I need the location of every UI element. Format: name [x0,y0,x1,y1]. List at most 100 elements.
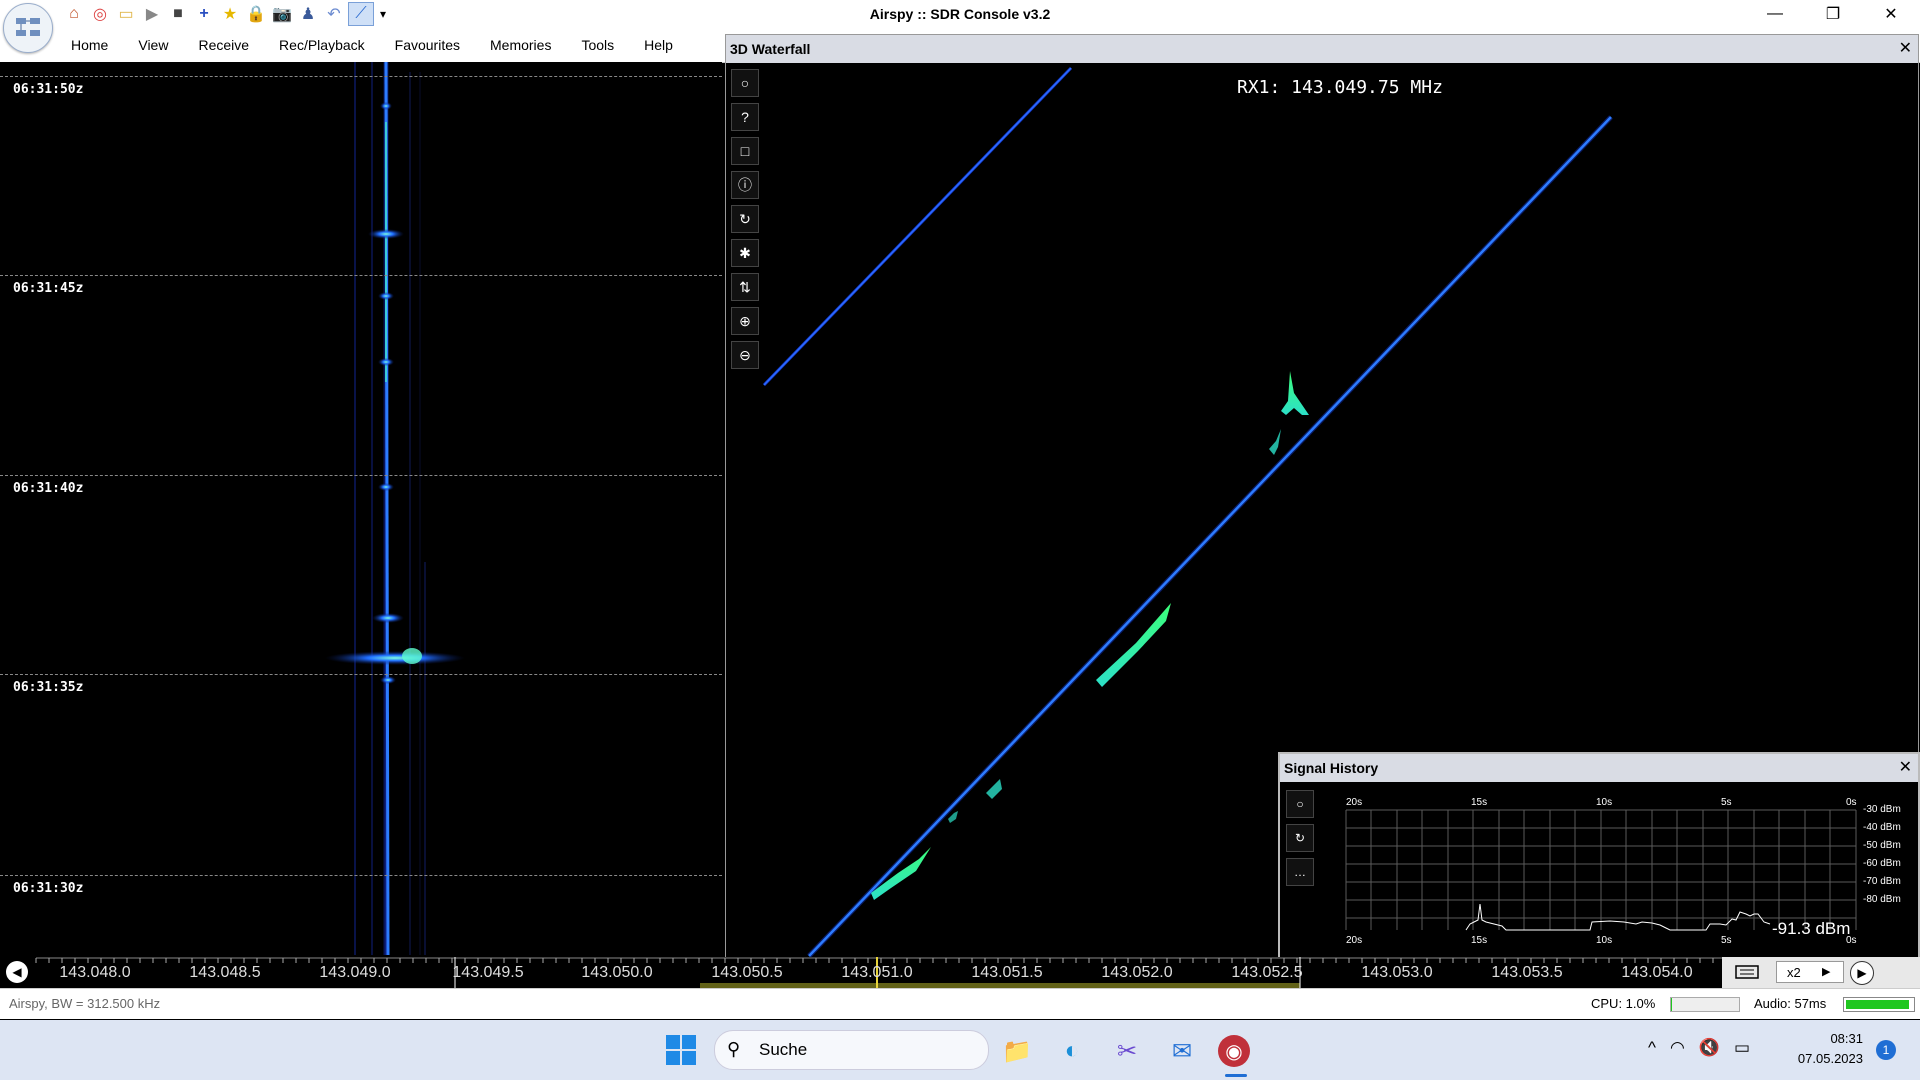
y-axis-label: -70 dBm [1863,876,1901,887]
frequency-label: 143.050.5 [711,964,783,981]
clock-time: 08:31 [1830,1031,1863,1046]
scroll-right-button[interactable]: ▶ [1850,961,1874,985]
frequency-label: 143.054.0 [1621,964,1693,981]
window-title: Airspy :: SDR Console v3.2 [869,6,1051,22]
snipping-tool-icon[interactable]: ✂ [1108,1032,1146,1070]
system-tray: ^ ◠ 🔇 ▭ [1648,1038,1750,1058]
x-axis-label: 10s [1596,797,1613,808]
zoom-in-icon[interactable]: ⊕ [731,307,759,335]
cpu-status: CPU: 1.0% [1591,996,1656,1011]
active-app-indicator [1225,1074,1247,1077]
info-icon[interactable]: ⓘ [731,171,759,199]
frequency-label: 143.049.5 [452,964,524,981]
panel-title: 3D Waterfall [730,41,811,57]
clock-date: 07.05.2023 [1797,1051,1863,1066]
time-gridline [0,875,722,876]
timestamp-label: 06:31:35z [13,680,84,695]
sdr-console-icon[interactable]: ◉ [1218,1035,1250,1067]
speaker-muted-icon[interactable]: 🔇 [1699,1038,1720,1058]
timestamp-label: 06:31:30z [13,881,84,896]
y-axis-label: -30 dBm [1863,804,1901,815]
time-gridline [0,275,722,276]
close-button[interactable]: ✕ [1862,0,1920,28]
menu-favourites[interactable]: Favourites [380,28,475,62]
device-bandwidth-status: Airspy, BW = 312.500 kHz [9,996,161,1011]
x-axis-label: 20s [1346,797,1363,808]
help-icon[interactable]: ? [731,103,759,131]
audio-meter [1843,997,1915,1012]
x-axis-label: 20s [1346,935,1363,946]
chevron-up-icon[interactable]: ^ [1648,1038,1656,1058]
menu-home[interactable]: Home [56,28,123,62]
y-axis-label: -60 dBm [1863,858,1901,869]
menu-help[interactable]: Help [629,28,688,62]
timestamp-label: 06:31:40z [13,481,84,496]
x-axis-label: 0s [1846,797,1857,808]
timestamp-label: 06:31:45z [13,281,84,296]
3d-waterfall-header: 3D Waterfall ✕ [726,35,1918,63]
wifi-icon[interactable]: ◠ [1670,1038,1685,1058]
circle-icon[interactable]: ○ [731,69,759,97]
zoom-arrow-icon[interactable]: ▶ [1822,961,1830,983]
edge-icon[interactable]: ◐ [1053,1032,1091,1070]
audio-status: Audio: 57ms [1754,996,1827,1011]
x-axis-label: 10s [1596,935,1613,946]
notification-badge[interactable]: 1 [1876,1040,1896,1060]
time-gridline [0,674,722,675]
time-gridline [0,76,722,77]
signal-level-readout: -91.3 dBm [1772,919,1851,938]
waterfall-display[interactable]: 06:31:50z 06:31:45z 06:31:40z 06:31:35z … [0,62,722,955]
search-icon: ⚲ [727,1039,741,1059]
cpu-meter [1670,997,1740,1012]
square-icon[interactable]: □ [731,137,759,165]
time-gridline [0,475,722,476]
menu-memories[interactable]: Memories [475,28,566,62]
search-placeholder: Suche [759,1040,808,1059]
asterisk-icon[interactable]: ✱ [731,239,759,267]
rotate-icon[interactable]: ↻ [731,205,759,233]
search-box[interactable]: ⚲ Suche [714,1030,989,1070]
start-button[interactable] [666,1035,696,1065]
menu-tools[interactable]: Tools [566,28,629,62]
close-panel-button[interactable]: ✕ [1899,35,1912,63]
rx-frequency-label: RX1: 143.049.75 MHz [1237,77,1443,98]
frequency-label: 143.049.0 [319,964,391,981]
title-bar: ⌂ ◎ ▭ ▶ ■ + ★ 🔒 📷 ♟ ↶ ⟋ ▾ Airspy :: SDR … [0,0,1920,53]
app-logo-icon [16,18,40,36]
menu-receive[interactable]: Receive [183,28,264,62]
battery-icon[interactable]: ▭ [1734,1038,1750,1058]
zoom-select[interactable]: x2 [1776,961,1844,983]
keyboard-icon[interactable] [1734,962,1760,982]
menu-view[interactable]: View [123,28,183,62]
x-axis-label: 15s [1471,797,1488,808]
y-axis-label: -80 dBm [1863,894,1901,905]
taskbar: ⚲ Suche 📁 ◐ ✂ ✉ ◉ ^ ◠ 🔇 ▭ 08:31 07.05.20… [0,1020,1920,1080]
y-axis-label: -40 dBm [1863,822,1901,833]
frequency-label: 143.053.5 [1491,964,1563,981]
x-axis-label: 15s [1471,935,1488,946]
frequency-scale[interactable]: ◀ 143.048.0 143.048.5 143.049.0 143.049.… [0,957,1920,988]
window-controls: — ❐ ✕ [1746,0,1920,28]
signal-history-panel: Signal History ✕ ○ ↻ … 20s 15s 10s 5s 0s… [1278,752,1920,961]
frequency-label: 143.051.5 [971,964,1043,981]
x-axis-label: 5s [1721,935,1732,946]
frequency-label: 143.052.0 [1101,964,1173,981]
clock[interactable]: 08:31 07.05.2023 [1783,1029,1863,1069]
frequency-label: 143.052.5 [1231,964,1303,981]
frequency-label: 143.048.5 [189,964,261,981]
restore-button[interactable]: ❐ [1804,0,1862,28]
menu-rec-playback[interactable]: Rec/Playback [264,28,380,62]
y-axis-label: -50 dBm [1863,840,1901,851]
file-explorer-icon[interactable]: 📁 [998,1032,1036,1070]
frequency-label: 143.050.0 [581,964,653,981]
minimize-button[interactable]: — [1746,0,1804,28]
x-axis-label: 5s [1721,797,1732,808]
mail-icon[interactable]: ✉ [1163,1032,1201,1070]
3d-toolbar: ○ ? □ ⓘ ↻ ✱ ⇅ ⊕ ⊖ [731,69,759,375]
frequency-label: 143.053.0 [1361,964,1433,981]
sort-icon[interactable]: ⇅ [731,273,759,301]
zoom-out-icon[interactable]: ⊖ [731,341,759,369]
frequency-label: 143.051.0 [841,964,913,981]
waterfall-trace [325,62,465,955]
application-menu-button[interactable] [3,3,53,53]
